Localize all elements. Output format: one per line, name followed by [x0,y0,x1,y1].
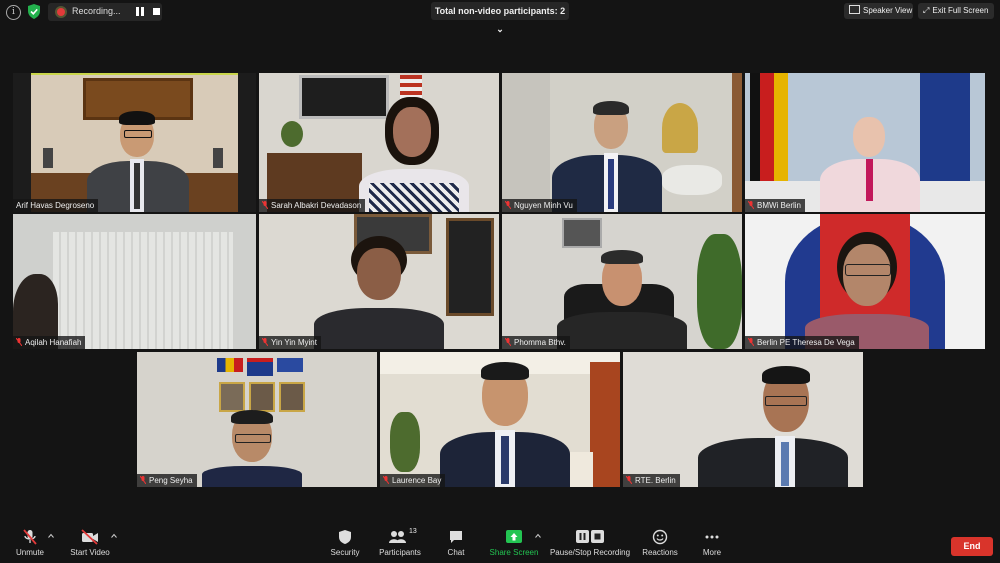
participant-name-label: Yin Yin Myint [259,336,321,349]
participant-name-label: Aqilah Hanafiah [13,336,86,349]
muted-mic-icon [505,201,511,209]
muted-mic-icon [140,476,146,484]
participant-video [552,250,692,349]
participant-name-label: BMWi Berlin [745,199,806,212]
shield-icon [339,530,351,544]
exit-fullscreen-label: Exit Full Screen [932,6,989,15]
share-screen-label: Share Screen [489,548,539,557]
reactions-label: Reactions [642,548,678,557]
muted-mic-icon [16,338,22,346]
nonvideo-participants-dropdown[interactable]: Total non-video participants: 2 ⌄ [431,2,569,34]
nonvideo-participants-label: Total non-video participants: 2 [434,6,566,16]
participant-name-label: Arif Havas Degroseno [13,199,99,212]
participant-name-label: Berlin PE Theresa De Vega [745,336,859,349]
participant-video [349,97,479,212]
muted-mic-icon [748,338,754,346]
more-label: More [702,548,722,557]
share-screen-icon [506,530,522,543]
muted-mic-icon [23,529,37,545]
share-screen-button[interactable]: Share Screen [488,529,540,557]
chevron-up-icon[interactable] [535,533,541,539]
smiley-icon [652,529,668,545]
recording-indicator: Recording... [48,3,162,21]
participants-button[interactable]: 13 Participants [374,528,426,557]
muted-mic-icon [262,201,268,209]
security-button[interactable]: Security [325,529,365,557]
ellipsis-icon [705,535,719,539]
participant-video [197,410,307,487]
speaker-view-label: Speaker View [863,6,913,15]
participant-name-label: Sarah Albakri Devadason [259,199,366,212]
participant-video [83,111,193,212]
security-label: Security [330,548,360,557]
start-video-label: Start Video [70,548,110,557]
pause-recording-icon[interactable] [136,7,144,16]
participant-video [693,366,853,487]
speaker-view-icon [849,5,860,14]
video-tile[interactable]: BMWi Berlin [745,73,985,212]
video-tile[interactable]: Peng Seyha [137,352,377,487]
more-button[interactable]: More [697,529,727,557]
end-meeting-button[interactable]: End [951,537,993,556]
chat-button[interactable]: Chat [440,529,472,557]
reactions-button[interactable]: Reactions [640,529,680,557]
muted-mic-icon [383,476,389,484]
participant-video [795,232,935,349]
pause-stop-recording-button[interactable]: Pause/Stop Recording [548,529,632,557]
participants-count-badge: 13 [409,528,417,535]
chat-label: Chat [447,548,465,557]
meeting-controls-toolbar: Unmute Start Video Security 13 Participa… [0,527,1000,563]
participant-video [309,236,449,349]
unmute-button[interactable]: Unmute [10,529,50,557]
recording-dot-icon [57,8,65,16]
pause-stop-recording-label: Pause/Stop Recording [549,548,631,557]
unmute-label: Unmute [15,548,44,557]
video-tile[interactable]: Aqilah Hanafiah [13,214,256,349]
chevron-down-icon: ⌄ [496,24,504,34]
participant-video [815,115,925,212]
video-tile[interactable]: Berlin PE Theresa De Vega [745,214,985,349]
muted-mic-icon [626,476,632,484]
video-tile[interactable]: Phomma Bthv. [502,214,742,349]
video-tile[interactable]: Arif Havas Degroseno [13,73,256,212]
participant-video [435,362,575,487]
participant-name-label: RTE. Berlin [623,474,680,487]
video-tile[interactable]: RTE. Berlin [623,352,863,487]
muted-mic-icon [505,338,511,346]
participant-name-label: Peng Seyha [137,474,197,487]
pause-stop-recording-icon [576,530,604,543]
chat-bubble-icon [450,531,462,543]
video-tile[interactable]: Yin Yin Myint [259,214,499,349]
start-video-button[interactable]: Start Video [66,529,114,557]
exit-fullscreen-icon: ⤢ [923,6,930,15]
video-off-icon [81,529,98,545]
participants-label: Participants [379,548,421,557]
video-tile[interactable]: Sarah Albakri Devadason [259,73,499,212]
speaker-view-button[interactable]: Speaker View [844,3,913,19]
video-tile[interactable]: Nguyen Minh Vu [502,73,742,212]
chevron-up-icon[interactable] [111,533,117,539]
chevron-up-icon[interactable] [48,533,54,539]
participant-name-label: Nguyen Minh Vu [502,199,577,212]
recording-label: Recording... [72,6,121,16]
encryption-shield-icon[interactable] [27,4,41,19]
participant-name-label: Phomma Bthv. [502,336,570,349]
exit-fullscreen-button[interactable]: ⤢ Exit Full Screen [918,3,994,19]
top-bar: i Recording... Total non-video participa… [0,0,1000,34]
info-icon[interactable]: i [6,5,21,20]
muted-mic-icon [748,201,754,209]
video-tile[interactable]: Laurence Bay [380,352,620,487]
stop-recording-icon[interactable] [153,8,160,15]
participant-video [542,101,672,212]
muted-mic-icon [262,338,268,346]
participant-name-label: Laurence Bay [380,474,446,487]
